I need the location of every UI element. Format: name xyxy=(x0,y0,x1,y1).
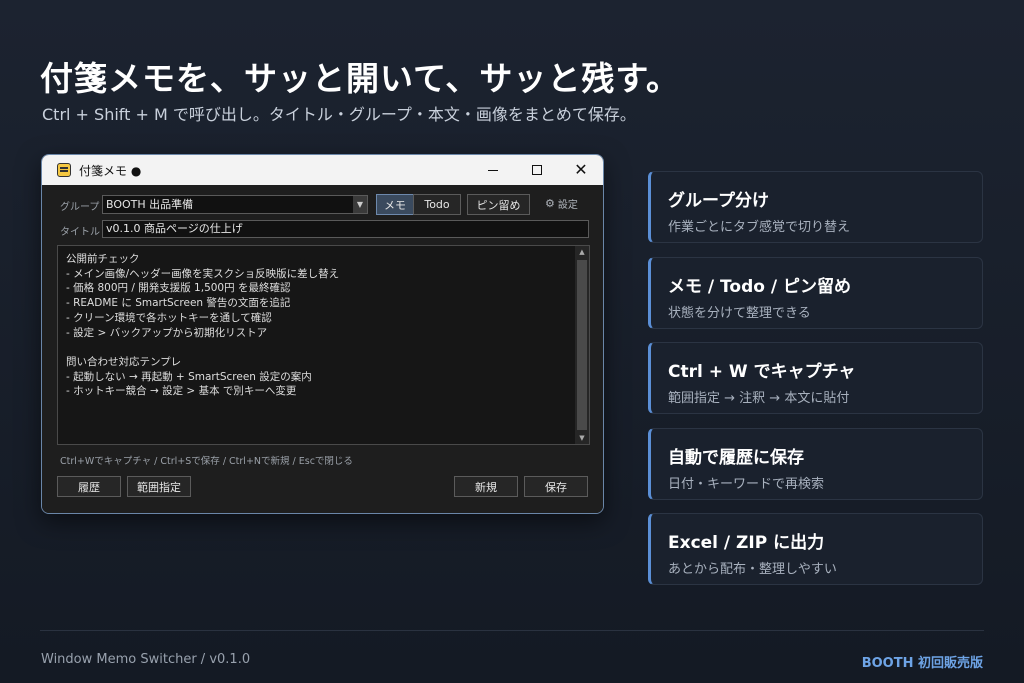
feature-title: グループ分け xyxy=(668,191,769,211)
body-line: 問い合わせ対応テンプレ xyxy=(66,355,182,368)
body-line: - 起動しない → 再起動 + SmartScreen 設定の案内 xyxy=(66,370,312,383)
gear-icon: ⚙ xyxy=(545,197,555,210)
body-textarea[interactable]: 公開前チェック - メイン画像/ヘッダー画像を実スクショ反映版に差し替え - 価格 … xyxy=(57,245,590,445)
footer-divider xyxy=(40,630,984,631)
footer-product: Window Memo Switcher / v0.1.0 xyxy=(41,652,251,667)
footer-edition: BOOTH 初回販売版 xyxy=(861,656,983,671)
chevron-down-icon[interactable]: ▼ xyxy=(353,196,367,213)
feature-desc: あとから配布・整理しやすい xyxy=(668,562,837,577)
body-line: - README に SmartScreen 警告の文面を追記 xyxy=(66,297,291,310)
feature-title: Ctrl + W でキャプチャ xyxy=(668,362,856,382)
history-button[interactable]: 履歴 xyxy=(57,476,121,497)
body-line: - ホットキー競合 → 設定 > 基本 で別キーへ変更 xyxy=(66,385,297,398)
feature-card-history: 自動で履歴に保存 日付・キーワードで再検索 xyxy=(648,428,983,500)
feature-title: Excel / ZIP に出力 xyxy=(668,533,825,553)
title-label: タイトル xyxy=(60,227,100,238)
tab-todo[interactable]: Todo xyxy=(413,194,461,215)
scroll-up-icon[interactable]: ▲ xyxy=(575,246,589,258)
range-select-button[interactable]: 範囲指定 xyxy=(127,476,191,497)
feature-card-export: Excel / ZIP に出力 あとから配布・整理しやすい xyxy=(648,513,983,585)
minimize-button[interactable] xyxy=(471,155,515,185)
settings-label: 設定 xyxy=(557,200,578,211)
headline: 付箋メモを、サッと開いて、サッと残す。 xyxy=(40,59,681,98)
body-line: - 設定 > バックアップから初期化リストア xyxy=(66,326,268,339)
close-icon: ✕ xyxy=(574,160,588,179)
feature-title: 自動で履歴に保存 xyxy=(668,448,804,468)
group-label: グループ xyxy=(60,202,100,213)
feature-desc: 作業ごとにタブ感覚で切り替え xyxy=(668,220,851,235)
feature-card-states: メモ / Todo / ピン留め 状態を分けて整理できる xyxy=(648,257,983,329)
body-line: - クリーン環境で各ホットキーを通して確認 xyxy=(66,311,272,324)
app-window: 付箋メモ ● ✕ グループ BOOTH 出品準備 ▼ メモ Todo ピン留め … xyxy=(41,154,604,514)
feature-card-capture: Ctrl + W でキャプチャ 範囲指定 → 注釈 → 本文に貼付 xyxy=(648,342,983,414)
subline: Ctrl + Shift + M で呼び出し。タイトル・グループ・本文・画像をま… xyxy=(42,105,636,124)
maximize-icon xyxy=(532,165,542,175)
shortcut-hint: Ctrl+Wでキャプチャ / Ctrl+Sで保存 / Ctrl+Nで新規 / E… xyxy=(60,456,353,467)
maximize-button[interactable] xyxy=(515,155,559,185)
scrollbar[interactable]: ▲ ▼ xyxy=(575,246,589,444)
scroll-down-icon[interactable]: ▼ xyxy=(575,432,589,444)
body-line: - 価格 800円 / 開発支援版 1,500円 を最終確認 xyxy=(66,282,291,295)
tab-pinned[interactable]: ピン留め xyxy=(467,194,530,215)
close-button[interactable]: ✕ xyxy=(559,155,603,185)
scroll-thumb[interactable] xyxy=(577,260,587,430)
feature-card-group: グループ分け 作業ごとにタブ感覚で切り替え xyxy=(648,171,983,243)
tab-memo[interactable]: メモ xyxy=(376,194,414,215)
save-button[interactable]: 保存 xyxy=(524,476,588,497)
title-input[interactable]: v0.1.0 商品ページの仕上げ xyxy=(102,220,589,238)
group-select-value: BOOTH 出品準備 xyxy=(106,198,194,211)
feature-desc: 状態を分けて整理できる xyxy=(668,306,811,321)
sticky-note-icon xyxy=(57,163,71,177)
body-line xyxy=(66,340,339,355)
window-titlebar[interactable]: 付箋メモ ● ✕ xyxy=(42,155,603,185)
feature-desc: 日付・キーワードで再検索 xyxy=(668,477,825,492)
feature-desc: 範囲指定 → 注釈 → 本文に貼付 xyxy=(668,391,850,406)
minimize-icon xyxy=(488,169,498,171)
window-title: 付箋メモ ● xyxy=(79,163,142,178)
settings-button[interactable]: ⚙ 設定 xyxy=(545,196,578,211)
body-text-content: 公開前チェック - メイン画像/ヘッダー画像を実スクショ反映版に差し替え - 価格 … xyxy=(66,252,339,399)
new-button[interactable]: 新規 xyxy=(454,476,518,497)
body-line: 公開前チェック xyxy=(66,253,140,265)
group-select[interactable]: BOOTH 出品準備 ▼ xyxy=(102,195,368,214)
body-line: - メイン画像/ヘッダー画像を実スクショ反映版に差し替え xyxy=(66,267,340,280)
feature-title: メモ / Todo / ピン留め xyxy=(668,277,851,297)
window-body: グループ BOOTH 出品準備 ▼ メモ Todo ピン留め ⚙ 設定 タイトル… xyxy=(42,185,603,513)
